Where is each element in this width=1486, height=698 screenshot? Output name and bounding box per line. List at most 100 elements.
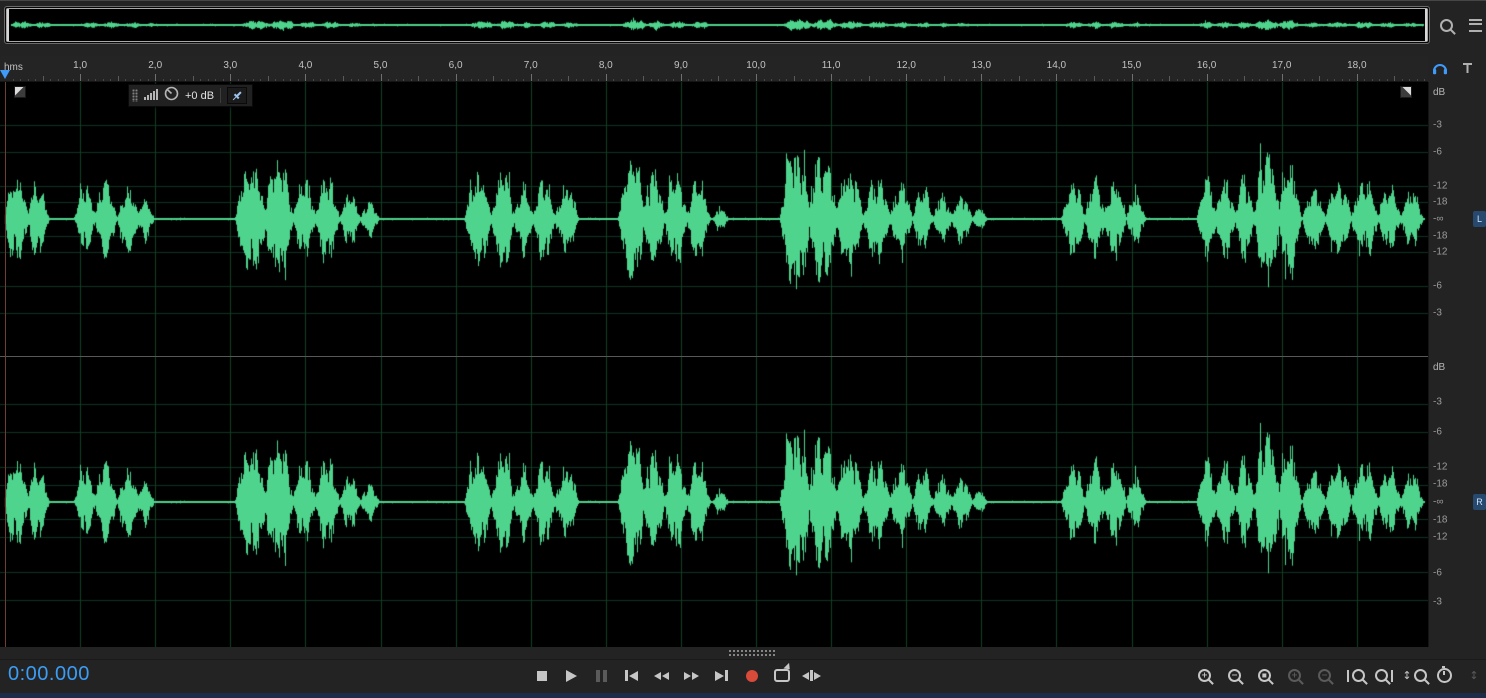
- pause-button[interactable]: [590, 662, 613, 689]
- loop-playback-button[interactable]: [770, 662, 793, 689]
- fade-in-handle[interactable]: [14, 86, 26, 98]
- ruler-tick: [470, 79, 472, 81]
- ruler-tick: [733, 79, 735, 81]
- ruler-tick: [1341, 79, 1343, 81]
- fade-out-handle[interactable]: [1400, 86, 1412, 98]
- ruler-tick: [312, 79, 314, 81]
- ruler-tick: [1401, 79, 1403, 81]
- channel-badge-r[interactable]: R: [1473, 494, 1486, 510]
- hud-pin-button[interactable]: [227, 87, 248, 104]
- stop-button[interactable]: [530, 662, 553, 689]
- zoom-selection-out-button[interactable]: −: [1313, 662, 1336, 689]
- zoom-selection-in-button[interactable]: +: [1283, 662, 1306, 689]
- zoom-vertical-button[interactable]: ↕: [1463, 662, 1486, 689]
- headphones-icon[interactable]: [1432, 61, 1448, 80]
- ruler-tick: [102, 79, 104, 81]
- waveform-display[interactable]: +0 dB: [0, 82, 1428, 647]
- ruler-tick: [703, 79, 705, 81]
- transport-buttons: [530, 662, 823, 689]
- ruler-tick-label: 18,0: [1347, 60, 1367, 71]
- ruler-tick: [117, 76, 119, 81]
- ruler-tick: [1304, 79, 1306, 81]
- skip-selection-button[interactable]: [800, 662, 823, 689]
- skip-to-end-button[interactable]: [710, 662, 733, 689]
- channel-badge-l[interactable]: L: [1473, 211, 1486, 227]
- ruler-tick: [1011, 79, 1013, 81]
- status-strip: [0, 693, 1486, 698]
- db-tick-label: -3: [1433, 396, 1442, 408]
- hud-grip-handle[interactable]: [132, 89, 138, 102]
- ruler-tick: [1334, 79, 1336, 81]
- ruler-tick: [170, 79, 172, 81]
- overview-zoom-icon[interactable]: [1440, 19, 1453, 32]
- playhead-caret[interactable]: [0, 70, 10, 79]
- panel-menu-icon[interactable]: [1469, 19, 1482, 32]
- overview-navigator[interactable]: [4, 6, 1430, 44]
- ruler-tick: [327, 79, 329, 81]
- ruler-tick: [297, 79, 299, 81]
- fast-forward-button[interactable]: [680, 662, 703, 689]
- db-scale-column[interactable]: dB -3 -3 -6 -6 -12 -12 -18 -18 -∞ dB -3 -3 -6 -6 -12 -12…: [1428, 82, 1459, 647]
- ruler-tick: [455, 74, 457, 81]
- gain-value-label[interactable]: +0 dB: [185, 90, 214, 102]
- waveform-channel-left[interactable]: [0, 82, 1428, 356]
- rewind-button[interactable]: [650, 662, 673, 689]
- db-tick-label: -6: [1433, 426, 1442, 437]
- db-tick-label: -3: [1433, 596, 1442, 608]
- gain-knob-icon[interactable]: [164, 86, 179, 106]
- ruler-tick: [748, 79, 750, 81]
- skip-to-start-button[interactable]: [620, 662, 643, 689]
- zoom-in-left-button[interactable]: [1343, 662, 1366, 689]
- ruler-tick: [936, 79, 938, 81]
- ruler-tick: [207, 79, 209, 81]
- ruler-tick: [861, 79, 863, 81]
- ruler-tick: [403, 79, 404, 81]
- db-tick-label: -18: [1433, 230, 1448, 242]
- time-display[interactable]: 0:00.000: [8, 663, 90, 686]
- audio-editor-window: hms 1,0 2,0 3,0 4,0 5,0 6,0 7,0 8,0 9,0 10,0 11,0 1…: [0, 0, 1486, 698]
- horizontal-zoom-scrollbar[interactable]: [0, 647, 1486, 659]
- db-scale-header: dB: [1433, 87, 1446, 98]
- ruler-tick: [335, 79, 337, 81]
- ruler-tick: [590, 79, 592, 81]
- ruler-tick: [1214, 79, 1216, 81]
- ruler-tick: [1026, 79, 1028, 81]
- ruler-tick: [252, 79, 254, 81]
- zoom-full-button[interactable]: ▪: [1253, 662, 1276, 689]
- play-button[interactable]: [560, 662, 583, 689]
- zoom-amplitude-button[interactable]: ↕: [1402, 662, 1427, 689]
- zoom-out-button[interactable]: −: [1223, 662, 1246, 689]
- scrollbar-grip-handle[interactable]: [728, 649, 776, 657]
- ruler-tick: [1409, 79, 1411, 81]
- pin-icon[interactable]: [1461, 62, 1474, 80]
- record-button[interactable]: [740, 662, 763, 689]
- ruler-tick: [650, 79, 652, 81]
- waveform-channel-right[interactable]: [0, 357, 1428, 647]
- ruler-tick: [1206, 74, 1208, 81]
- ruler-tick: [673, 79, 675, 81]
- timer-record-button[interactable]: [1433, 662, 1456, 689]
- db-tick-label: -12: [1433, 246, 1448, 258]
- timeline-ruler[interactable]: hms 1,0 2,0 3,0 4,0 5,0 6,0 7,0 8,0 9,0 10,0 11,0 1…: [0, 56, 1428, 82]
- ruler-tick: [876, 79, 878, 81]
- ruler-tick-label: 6,0: [448, 60, 463, 71]
- ruler-tick-label: 7,0: [523, 60, 538, 71]
- ruler-tick: [162, 79, 164, 81]
- zoom-in-button[interactable]: +: [1193, 662, 1216, 689]
- ruler-tick: [448, 79, 450, 81]
- zoom-in-right-button[interactable]: [1373, 662, 1396, 689]
- ruler-tick: [1124, 79, 1125, 81]
- ruler-tick: [943, 76, 945, 81]
- playhead-line[interactable]: [5, 82, 6, 647]
- ruler-tick: [342, 76, 344, 81]
- ruler-tick: [1319, 76, 1321, 81]
- overview-waveform[interactable]: [7, 9, 1427, 41]
- ruler-tick: [1101, 79, 1103, 81]
- ruler-tick: [906, 74, 908, 81]
- ruler-tick: [846, 79, 848, 81]
- ruler-tick: [981, 74, 983, 81]
- ruler-tick: [358, 79, 359, 81]
- volume-hud[interactable]: +0 dB: [128, 84, 254, 107]
- ruler-tick: [42, 76, 44, 81]
- ruler-tick: [1244, 76, 1246, 81]
